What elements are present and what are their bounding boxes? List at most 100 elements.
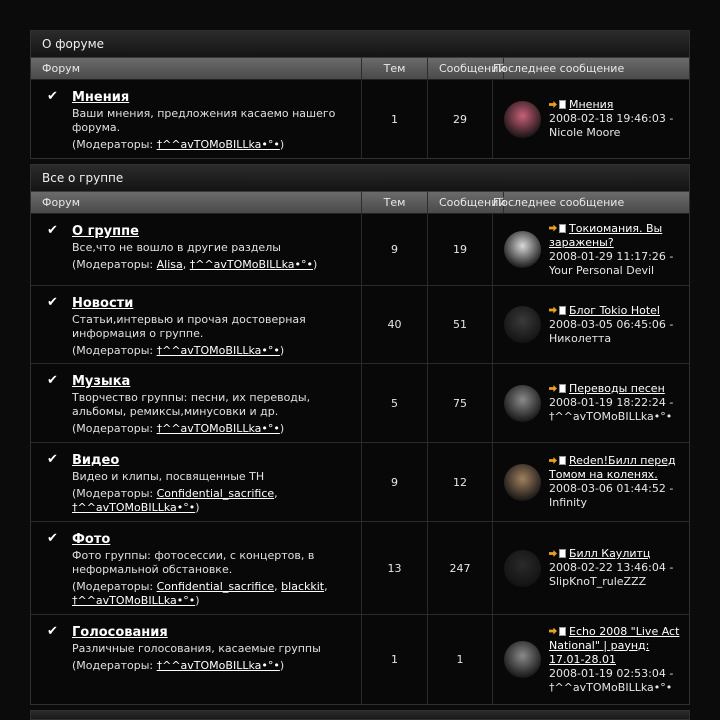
forum-link[interactable]: Видео <box>72 453 119 468</box>
new-post-icon[interactable] <box>549 100 567 109</box>
checkmark-icon: ✔ <box>47 89 58 104</box>
moderator-link[interactable]: †^^avTOMoBILLka•°• <box>190 258 313 271</box>
forum-info: Новости Статьи,интервью и прочая достовер… <box>72 296 353 357</box>
moderators-list: (Модераторы: Alisa, †^^avTOMoBILLka•°•) <box>72 258 353 272</box>
forum-row: ✔ Мнения Ваши мнения, предложения касаемо … <box>31 80 689 158</box>
moderators-label: (Модераторы: <box>72 487 157 500</box>
forum-link[interactable]: Мнения <box>72 90 129 105</box>
last-post-link[interactable]: Билл Каулитц <box>569 547 650 560</box>
moderator-link[interactable]: †^^avTOMoBILLka•°• <box>157 422 280 435</box>
moderator-link[interactable]: Confidential_sacrifice <box>157 580 275 593</box>
moderators-close: ) <box>279 659 285 672</box>
moderators-list: (Модераторы: Confidential_sacrifice, bla… <box>72 580 353 608</box>
last-post-link[interactable]: Мнения <box>569 98 613 111</box>
last-post-info: Reden!Билл перед Томом на коленях. 2008-0… <box>549 454 681 510</box>
last-post-link[interactable]: Reden!Билл перед Томом на коленях. <box>549 454 676 481</box>
moderator-link[interactable]: Alisa <box>157 258 183 271</box>
moderators-list: (Модераторы: †^^avTOMoBILLka•°•) <box>72 138 353 152</box>
last-post-title-line: Токиомания. Вы заражены? <box>549 222 681 250</box>
last-post-title-line: Блог Tokio Hotel <box>549 304 673 318</box>
new-post-icon[interactable] <box>549 456 567 465</box>
topics-count: 13 <box>362 522 428 614</box>
moderators-label: (Модераторы: <box>72 580 157 593</box>
forum-cell: ✔ Мнения Ваши мнения, предложения касаемо … <box>31 80 362 158</box>
new-post-icon[interactable] <box>549 305 567 315</box>
new-post-icon[interactable] <box>549 549 567 558</box>
posts-count: 19 <box>428 214 493 285</box>
forum-link[interactable]: Голосования <box>72 625 168 640</box>
checkmark-icon: ✔ <box>47 373 58 388</box>
new-post-icon[interactable] <box>549 626 567 636</box>
forum-cell: ✔ Голосования Различные голосования, касае… <box>31 615 362 704</box>
forum-info: Видео Видео и клипы, посвященные TH (Модер… <box>72 453 353 515</box>
last-post-date: 2008-01-29 11:17:26 - <box>549 249 674 263</box>
moderator-link[interactable]: †^^avTOMoBILLka•°• <box>157 659 280 672</box>
last-post-date: 2008-01-19 18:22:24 - <box>549 396 674 409</box>
column-header-topics: Тем <box>362 58 428 79</box>
category-title: Все о группе <box>31 165 689 192</box>
moderators-label: (Модераторы: <box>72 258 157 271</box>
topics-count: 1 <box>362 615 428 704</box>
last-post-link[interactable]: Echo 2008 "Live Act National" | раунд: 1… <box>549 625 679 666</box>
avatar[interactable] <box>504 641 541 678</box>
moderators-close: ) <box>279 344 285 357</box>
forum-cell: ✔ Фото Фото группы: фотосессии, с концерто… <box>31 522 362 614</box>
last-post-link[interactable]: Блог Tokio Hotel <box>569 304 660 317</box>
last-post-cell: Блог Tokio Hotel 2008-03-05 06:45:06 - Ник… <box>493 286 689 363</box>
last-post-title-line: Переводы песен <box>549 382 673 396</box>
avatar[interactable] <box>504 231 541 268</box>
checkmark-icon: ✔ <box>47 223 58 238</box>
checkmark-icon: ✔ <box>47 624 58 639</box>
checkmark-icon: ✔ <box>47 531 58 546</box>
avatar[interactable] <box>504 549 541 587</box>
moderators-list: (Модераторы: Confidential_sacrifice, †^^… <box>72 487 353 515</box>
last-post-cell: Echo 2008 "Live Act National" | раунд: 1… <box>493 615 689 704</box>
forum-cell: ✔ Музыка Творчество группы: песни, их пере… <box>31 364 362 442</box>
moderators-label: (Модераторы: <box>72 659 157 672</box>
forum-link[interactable]: О группе <box>72 224 139 239</box>
moderator-link[interactable]: †^^avTOMoBILLka•°• <box>157 344 280 357</box>
moderator-link[interactable]: †^^avTOMoBILLka•°• <box>157 138 280 151</box>
column-header-forum: Форум <box>31 192 362 213</box>
last-post-author: Your Personal Devil <box>549 263 655 277</box>
avatar[interactable] <box>504 384 541 422</box>
forum-row: ✔ Музыка Творчество группы: песни, их пере… <box>31 364 689 443</box>
last-post-info: Переводы песен 2008-01-19 18:22:24 - †^^av… <box>549 382 673 424</box>
avatar[interactable] <box>504 100 541 138</box>
forum-link[interactable]: Новости <box>72 296 133 311</box>
last-post-info: Блог Tokio Hotel 2008-03-05 06:45:06 - Ник… <box>549 304 673 346</box>
moderators-label: (Модераторы: <box>72 138 157 151</box>
forum-row: ✔ Видео Видео и клипы, посвященные TH (Моде… <box>31 443 689 522</box>
last-post-title-line: Reden!Билл перед Томом на коленях. <box>549 454 681 482</box>
last-post-info: Мнения 2008-02-18 19:46:03 - Nicole Moore <box>549 98 673 140</box>
last-post-link[interactable]: Переводы песен <box>569 382 665 395</box>
last-post-info: Токиомания. Вы заражены? 2008-01-29 11:17… <box>549 222 681 278</box>
moderators-close: ) <box>195 501 200 514</box>
last-post-date: 2008-03-06 01:44:52 - <box>549 482 674 495</box>
forum-link[interactable]: Музыка <box>72 374 130 389</box>
column-header-topics: Тем <box>362 192 428 213</box>
forum-info: Музыка Творчество группы: песни, их перев… <box>72 374 353 435</box>
last-post-author: Infinity <box>549 496 587 509</box>
new-post-icon[interactable] <box>549 223 567 233</box>
forum-cell: ✔ Видео Видео и клипы, посвященные TH (Моде… <box>31 443 362 521</box>
moderator-link[interactable]: †^^avTOMoBILLka•°• <box>72 594 195 607</box>
last-post-date: 2008-02-18 19:46:03 - <box>549 112 674 125</box>
posts-count: 75 <box>428 364 493 442</box>
forum-info: Мнения Ваши мнения, предложения касаемо н… <box>72 90 353 152</box>
posts-count: 51 <box>428 286 493 363</box>
avatar[interactable] <box>504 306 541 343</box>
moderator-link[interactable]: blackkit <box>281 580 324 593</box>
column-header-last: Последнее сообщение <box>493 62 625 75</box>
new-post-icon[interactable] <box>549 384 567 393</box>
moderator-link[interactable]: †^^avTOMoBILLka•°• <box>72 501 195 514</box>
topics-count: 9 <box>362 443 428 521</box>
avatar[interactable] <box>504 463 541 501</box>
separator: , <box>274 487 278 500</box>
last-post-info: Echo 2008 "Live Act National" | раунд: 1… <box>549 625 681 695</box>
moderators-close: ) <box>279 422 285 435</box>
last-post-author: SlipKnoT_ruleZZZ <box>549 575 647 588</box>
forum-link[interactable]: Фото <box>72 532 110 547</box>
moderator-link[interactable]: Confidential_sacrifice <box>157 487 275 500</box>
last-post-cell: Билл Каулитц 2008-02-22 13:46:04 - SlipKno… <box>493 522 689 614</box>
